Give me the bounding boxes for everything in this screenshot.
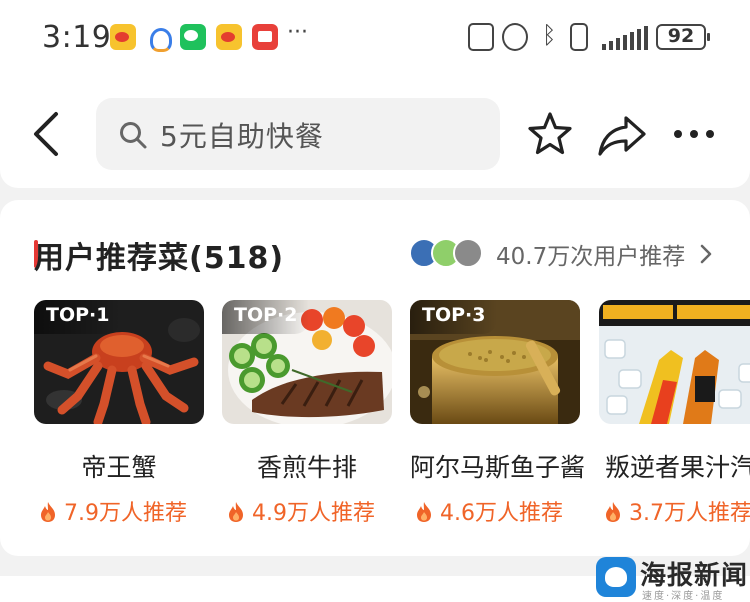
status-bar: 3:19 ··· 92 (0, 0, 750, 78)
red-app-icon (252, 24, 278, 50)
star-icon[interactable] (526, 110, 574, 158)
watermark-slogan: 速度·深度·温度 (642, 591, 725, 602)
dish-recommend-label: 4.6万人推荐 (440, 501, 563, 526)
vibrate-icon (570, 23, 588, 51)
search-icon (120, 122, 147, 149)
dish-recommend-label: 4.9万人推荐 (252, 501, 375, 526)
dish-recommend-count: 3.7万人推荐 (603, 495, 750, 527)
search-input[interactable]: 5元自助快餐 (96, 98, 500, 170)
alarm-icon (502, 23, 528, 51)
watermark: 海报新闻 速度·深度·温度 (592, 553, 750, 602)
dish-name: 帝王蟹 (81, 453, 157, 482)
signal-icon (602, 24, 648, 50)
bluetooth-icon (536, 21, 562, 51)
dish-recommend-count: 4.9万人推荐 (226, 495, 426, 527)
weibo-icon (216, 24, 242, 50)
dish-recommend-count: 4.6万人推荐 (414, 495, 614, 527)
top-badge: TOP·3 (410, 300, 498, 334)
section-title: 用户推荐菜(518) (34, 241, 285, 276)
top-badge: TOP·1 (34, 300, 122, 334)
fire-icon (41, 502, 55, 522)
dish-image (599, 300, 750, 424)
recommender-avatars (409, 238, 489, 268)
dish-recommend-label: 3.7万人推荐 (629, 501, 750, 526)
chevron-right-icon[interactable] (698, 242, 714, 266)
dish-name: 香煎牛排 (256, 453, 357, 482)
status-time: 3:19 (42, 20, 112, 55)
more-icon[interactable] (672, 122, 716, 146)
battery-indicator: 92 (656, 24, 710, 50)
dish-name: 叛逆者果汁汽水 (605, 453, 750, 482)
back-icon[interactable] (24, 106, 72, 162)
nav-bar: 5元自助快餐 (0, 78, 750, 188)
avatar (453, 238, 483, 268)
recommend-card: 用户推荐菜(518) 40.7万次用户推荐 TOP·1 帝王蟹 7.9万人推荐 … (0, 200, 750, 556)
search-placeholder: 5元自助快餐 (160, 120, 324, 153)
app-icon (145, 24, 172, 52)
dish-image: TOP·2 (222, 300, 392, 424)
nfc-icon (468, 23, 494, 51)
system-icons: 92 (468, 21, 710, 52)
dish-image: TOP·1 (34, 300, 204, 424)
top-badge: TOP·2 (222, 300, 310, 334)
fire-icon (606, 502, 620, 522)
dish-name: 阿尔马斯鱼子酱 (410, 453, 586, 482)
more-notifications-icon: ··· (287, 20, 308, 45)
weibo-icon (110, 24, 136, 50)
wechat-icon (180, 24, 206, 50)
dish-recommend-label: 7.9万人推荐 (64, 501, 187, 526)
dish-card[interactable]: 叛逆者果汁汽水 3.7万人推荐 (599, 300, 750, 540)
dish-recommend-count: 7.9万人推荐 (38, 495, 238, 527)
watermark-logo-icon (596, 557, 636, 597)
fire-icon (417, 502, 431, 522)
share-icon[interactable] (596, 110, 648, 158)
fire-icon (229, 502, 243, 522)
recommend-summary[interactable]: 40.7万次用户推荐 (496, 237, 685, 271)
dish-image: TOP·3 (410, 300, 580, 424)
